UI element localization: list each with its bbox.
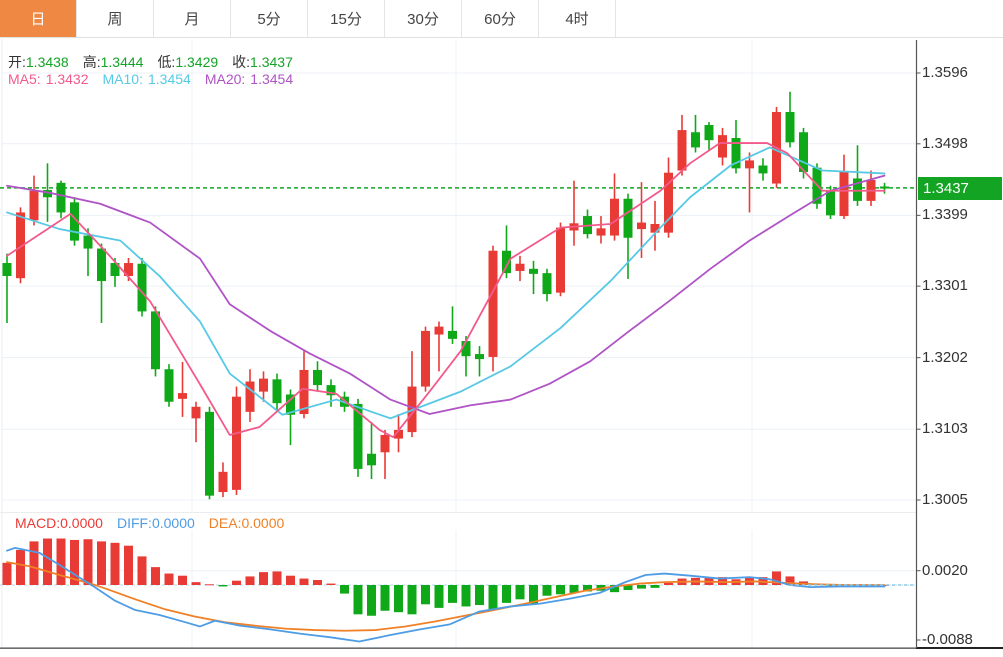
high-value: 1.3444 (101, 54, 144, 70)
open-label: 开: (8, 52, 26, 72)
ma5-label: MA5: (8, 71, 41, 87)
open-value: 1.3438 (26, 54, 69, 70)
price-tick-label: 1.3103 (922, 420, 968, 438)
ma20-value: 1.3454 (250, 71, 293, 87)
kline-chart-app: 日 周 月 5分 15分 30分 60分 4时 开:1.3438 高:1.344… (0, 0, 1003, 657)
price-tick-label: 1.3005 (922, 491, 968, 509)
ma10-label: MA10: (103, 71, 143, 87)
close-value: 1.3437 (250, 54, 293, 70)
ma-legend: MA5: 1.3432 MA10: 1.3454 MA20: 1.3454 (8, 71, 293, 87)
macd-label: MACD: (15, 515, 60, 531)
low-value: 1.3429 (175, 54, 218, 70)
current-price-tag: 1.3437 (918, 177, 1002, 200)
dea-label: DEA: (209, 515, 242, 531)
macd-tick-label: -0.0088 (922, 631, 973, 649)
high-label: 高: (83, 52, 101, 72)
chart-canvas[interactable] (0, 0, 1003, 657)
macd-legend: MACD:0.0000 DIFF:0.0000 DEA:0.0000 (15, 515, 284, 531)
price-tick-label: 1.3498 (922, 135, 968, 153)
ma10-value: 1.3454 (148, 71, 191, 87)
dea-value: 0.0000 (241, 515, 284, 531)
close-label: 收: (232, 52, 250, 72)
price-tick-label: 1.3596 (922, 64, 968, 82)
ma20-label: MA20: (205, 71, 245, 87)
price-tick-label: 1.3399 (922, 206, 968, 224)
ma5-value: 1.3432 (46, 71, 89, 87)
diff-label: DIFF: (117, 515, 152, 531)
macd-tick-label: 0.0020 (922, 562, 968, 580)
low-label: 低: (157, 52, 175, 72)
macd-value: 0.0000 (60, 515, 103, 531)
price-tick-label: 1.3301 (922, 277, 968, 295)
diff-value: 0.0000 (152, 515, 195, 531)
price-tick-label: 1.3202 (922, 349, 968, 367)
ohlc-legend: 开:1.3438 高:1.3444 低:1.3429 收:1.3437 (8, 52, 293, 72)
